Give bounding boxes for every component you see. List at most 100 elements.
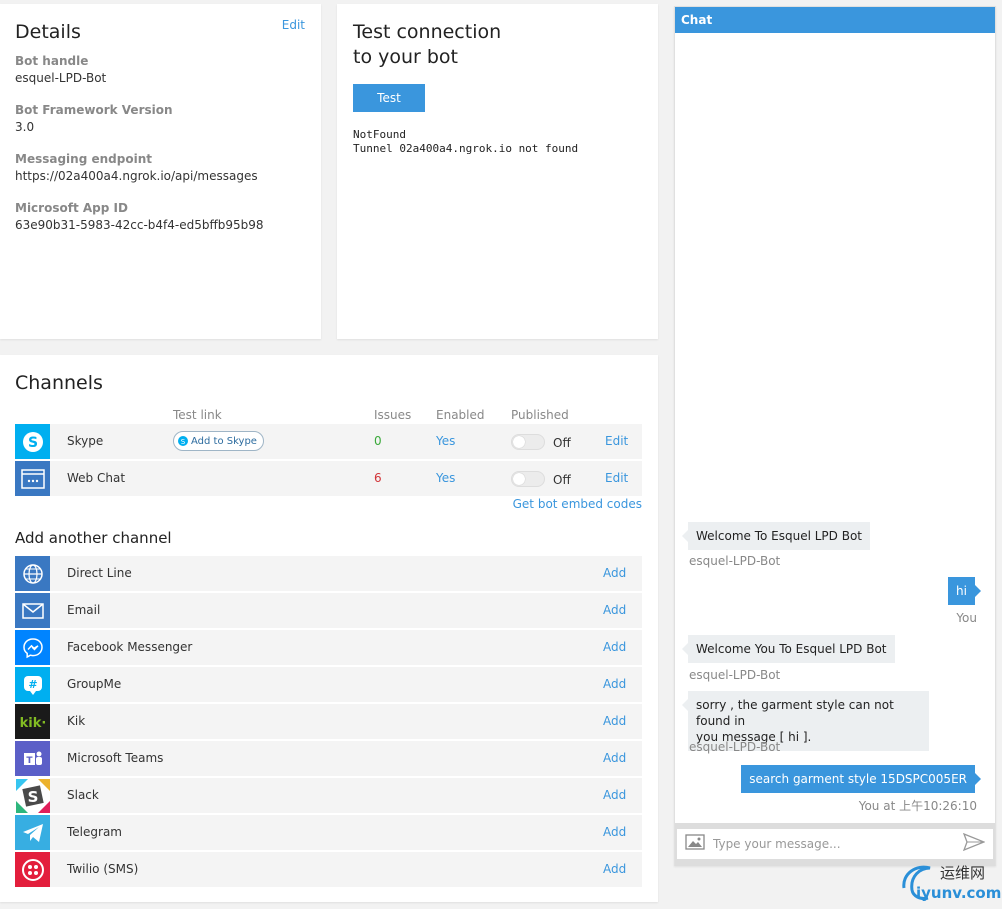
skype-icon: S <box>15 424 50 459</box>
channel-row-skype: S Skype S Add to Skype 0 Yes Off Edit <box>15 424 642 459</box>
message-sender: You <box>956 611 977 625</box>
details-edit-link[interactable]: Edit <box>282 18 305 32</box>
add-channel-button[interactable]: Add <box>603 714 626 728</box>
channel-name: Facebook Messenger <box>67 640 193 654</box>
send-icon[interactable] <box>962 832 986 855</box>
field-label: Messaging endpoint <box>15 152 152 166</box>
field-value: https://02a400a4.ngrok.io/api/messages <box>15 169 258 183</box>
add-row-kik: kik· Kik Add <box>15 704 642 739</box>
channel-row-webchat: Web Chat 6 Yes Off Edit <box>15 461 642 496</box>
published-state: Off <box>553 473 571 487</box>
watermark-text-top: 运维网 <box>940 864 986 882</box>
field-label: Bot Framework Version <box>15 103 173 117</box>
header-published: Published <box>511 408 569 422</box>
channels-title: Channels <box>15 372 103 394</box>
published-toggle[interactable] <box>511 434 545 450</box>
add-row-twilio: Twilio (SMS) Add <box>15 852 642 887</box>
chat-input-box <box>677 829 993 859</box>
test-title-line1: Test connection <box>353 21 502 43</box>
header-enabled: Enabled <box>436 408 485 422</box>
add-channel-button[interactable]: Add <box>603 566 626 580</box>
chat-message-user: search garment style 15DSPC005ER <box>741 765 981 793</box>
test-button[interactable]: Test <box>353 84 425 112</box>
add-channel-button[interactable]: Add <box>603 603 626 617</box>
add-row-email: Email Add <box>15 593 642 628</box>
test-connection-card: Test connection to your bot Test NotFoun… <box>337 4 658 339</box>
field-value: 3.0 <box>15 120 35 134</box>
get-embed-codes-link[interactable]: Get bot embed codes <box>513 497 642 511</box>
add-channel-button[interactable]: Add <box>603 751 626 765</box>
chat-message-bot: Welcome To Esquel LPD Bot <box>682 522 870 550</box>
add-channel-button[interactable]: Add <box>603 825 626 839</box>
svg-text:kik·: kik· <box>19 716 46 731</box>
channel-name: Microsoft Teams <box>67 751 164 765</box>
issues-count: 0 <box>374 434 382 448</box>
channel-name: Skype <box>67 434 104 448</box>
published-toggle[interactable] <box>511 471 545 487</box>
channel-edit-link[interactable]: Edit <box>605 434 628 448</box>
bot-handle-field: Bot handle esquel-LPD-Bot <box>15 53 306 86</box>
channels-header-row: Test link Issues Enabled Published <box>15 402 643 424</box>
channel-name: GroupMe <box>67 677 122 691</box>
channel-name: Kik <box>67 714 86 728</box>
add-row-facebook-messenger: Facebook Messenger Add <box>15 630 642 665</box>
chat-message-bot: Welcome You To Esquel LPD Bot <box>682 635 895 663</box>
add-row-telegram: Telegram Add <box>15 815 642 850</box>
test-title: Test connection to your bot <box>353 20 553 70</box>
enabled-link[interactable]: Yes <box>436 434 455 448</box>
channel-name: Direct Line <box>67 566 132 580</box>
twilio-icon <box>15 852 50 887</box>
add-channel-button[interactable]: Add <box>603 862 626 876</box>
enabled-link[interactable]: Yes <box>436 471 455 485</box>
add-row-microsoft-teams: T Microsoft Teams Add <box>15 741 642 776</box>
channel-name: Telegram <box>67 825 122 839</box>
add-row-groupme: # GroupMe Add <box>15 667 642 702</box>
svg-text:S: S <box>181 438 186 446</box>
field-label: Bot handle <box>15 54 89 68</box>
messaging-endpoint-field: Messaging endpoint https://02a400a4.ngro… <box>15 151 306 184</box>
details-title: Details <box>15 21 81 43</box>
add-channel-title: Add another channel <box>15 529 172 547</box>
kik-icon: kik· <box>15 704 50 739</box>
skype-small-icon: S <box>178 436 188 446</box>
published-state: Off <box>553 436 571 450</box>
header-issues: Issues <box>374 408 412 422</box>
slack-icon: S <box>15 778 50 813</box>
add-channel-button[interactable]: Add <box>603 677 626 691</box>
svg-text:S: S <box>27 435 37 451</box>
webchat-icon <box>15 461 50 496</box>
test-title-line2: to your bot <box>353 46 459 68</box>
add-row-slack: S Slack Add <box>15 778 642 813</box>
header-test-link: Test link <box>173 408 222 422</box>
image-upload-icon[interactable] <box>685 834 705 854</box>
chat-message-input[interactable] <box>713 837 955 851</box>
chat-header: Chat <box>675 7 995 33</box>
add-channel-button[interactable]: Add <box>603 640 626 654</box>
message-sender: esquel-LPD-Bot <box>689 668 781 682</box>
issues-count[interactable]: 6 <box>374 471 382 485</box>
test-output-line1: NotFound <box>353 128 406 141</box>
add-to-skype-button[interactable]: S Add to Skype <box>173 431 264 451</box>
channel-edit-link[interactable]: Edit <box>605 471 628 485</box>
channel-name: Twilio (SMS) <box>67 862 139 876</box>
test-output: NotFound Tunnel 02a400a4.ngrok.io not fo… <box>353 128 642 156</box>
groupme-icon: # <box>15 667 50 702</box>
chat-message-user: hi <box>948 577 981 605</box>
channels-card: Channels Test link Issues Enabled Publis… <box>0 355 658 902</box>
channel-name: Email <box>67 603 101 617</box>
message-sender: esquel-LPD-Bot <box>689 554 781 568</box>
channel-name: Web Chat <box>67 471 126 485</box>
svg-text:S: S <box>27 788 38 806</box>
svg-text:#: # <box>28 678 37 691</box>
message-line: sorry , the garment style can not found … <box>696 698 894 728</box>
field-label: Microsoft App ID <box>15 201 128 215</box>
channel-name: Slack <box>67 788 99 802</box>
message-sender: esquel-LPD-Bot <box>689 740 781 754</box>
message-timestamp: You at 上午10:26:10 <box>858 799 977 813</box>
framework-version-field: Bot Framework Version 3.0 <box>15 102 306 135</box>
details-card: Details Edit Bot handle esquel-LPD-Bot B… <box>0 4 321 339</box>
field-value: 63e90b31-5983-42cc-b4f4-ed5bffb95b98 <box>15 218 264 232</box>
telegram-icon <box>15 815 50 850</box>
add-channel-button[interactable]: Add <box>603 788 626 802</box>
test-output-line2: Tunnel 02a400a4.ngrok.io not found <box>353 142 579 155</box>
